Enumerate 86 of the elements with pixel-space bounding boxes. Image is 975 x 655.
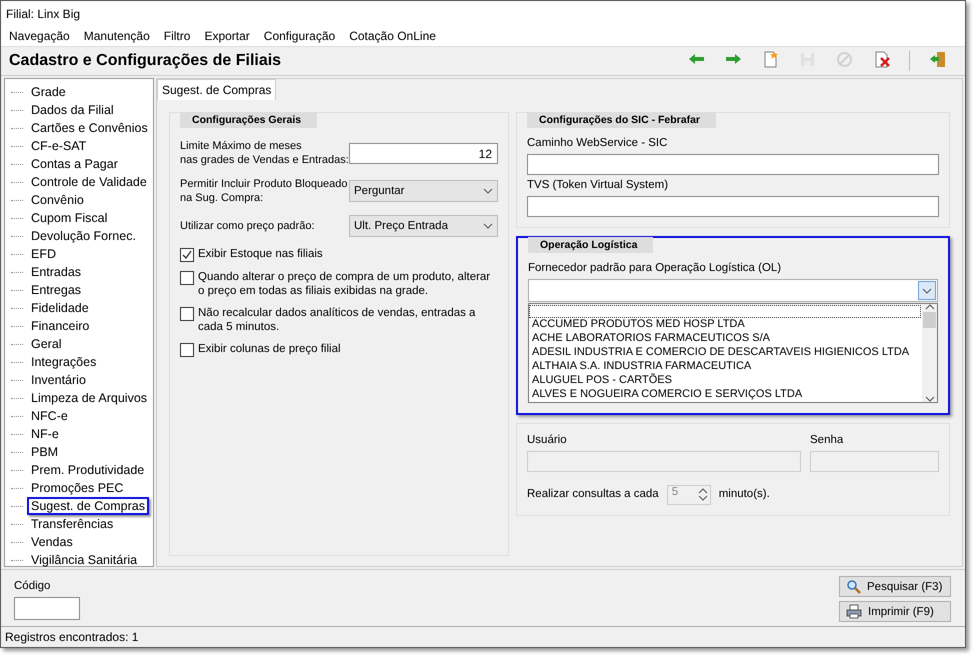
sidebar-item[interactable]: Promoções PEC xyxy=(27,479,128,497)
sidebar-item[interactable]: CF-e-SAT xyxy=(27,137,90,155)
field-label: TVS (Token Virtual System) xyxy=(527,179,670,191)
checkbox-label: Exibir colunas de preço filial xyxy=(198,342,341,356)
search-button[interactable]: Pesquisar (F3) xyxy=(839,576,951,597)
group-title: Configurações do SIC - Febrafar xyxy=(527,112,716,128)
menu-item[interactable]: Configuração xyxy=(264,29,336,43)
sidebar-item[interactable]: Financeiro xyxy=(27,317,94,335)
field-label: Limite Máximo de meses nas grades de Vendas e Entradas: xyxy=(180,139,349,167)
print-button[interactable]: Imprimir (F9) xyxy=(839,601,951,622)
checkbox[interactable] xyxy=(180,271,194,285)
field-label: Senha xyxy=(810,434,844,446)
sidebar-item[interactable]: Sugest. de Compras xyxy=(27,497,149,515)
page-title: Cadastro e Configurações de Filiais xyxy=(9,52,282,70)
sidebar-item[interactable]: NF-e xyxy=(27,425,63,443)
empty-option[interactable] xyxy=(529,305,921,318)
scrollbar[interactable] xyxy=(922,304,937,402)
field-label: Realizar consultas a cada xyxy=(527,488,659,500)
window-title: Filial: Linx Big xyxy=(1,1,965,27)
checkbox-label: Quando alterar o preço de compra de um produto, alterar o preço em todas as filiais exibidas na grade. xyxy=(198,270,492,298)
checkbox[interactable] xyxy=(180,343,194,357)
dropdown-option[interactable]: ACCUMED PRODUTOS MED HOSP LTDA xyxy=(529,318,922,332)
input-field[interactable] xyxy=(527,154,939,175)
chevron-down-icon xyxy=(483,223,493,229)
tab[interactable]: Sugest. de Compras xyxy=(157,79,276,100)
checkbox-label: Não recalcular dados analíticos de vendas, entradas a cada 5 minutos. xyxy=(198,306,476,334)
sidebar-item[interactable]: Prem. Produtividade xyxy=(27,461,148,479)
sidebar-item[interactable]: Grade xyxy=(27,83,70,101)
chevron-up-icon xyxy=(924,304,934,310)
sidebar-item[interactable]: Controle de Validade xyxy=(27,173,151,191)
sidebar-item[interactable]: Entregas xyxy=(27,281,86,299)
sidebar-item[interactable]: Geral xyxy=(27,335,66,353)
sidebar-item[interactable]: PBM xyxy=(27,443,62,461)
checkbox[interactable] xyxy=(180,248,194,262)
dropdown-option[interactable]: ALVES E NOGUEIRA COMERCIO E SERVIÇOS LTDA xyxy=(529,388,922,402)
status-text: Registros encontrados: 1 xyxy=(1,626,965,647)
input-field[interactable]: 12 xyxy=(349,142,498,164)
checkbox[interactable] xyxy=(180,307,194,321)
dropdown[interactable]: Ult. Preço Entrada xyxy=(349,215,498,237)
dropdown-option[interactable]: ALUGUEL POS - CARTÕES xyxy=(529,374,922,388)
field-label: Fornecedor padrão para Operação Logística (OL) xyxy=(528,262,782,274)
chevron-down-icon xyxy=(483,188,493,194)
sidebar-item[interactable]: Cupom Fiscal xyxy=(27,209,112,227)
input-field[interactable] xyxy=(14,597,80,620)
menu-item[interactable]: Cotação OnLine xyxy=(349,29,436,43)
field-label: Permitir Incluir Produto Bloqueado na Sug. Compra: xyxy=(180,177,349,205)
input-field[interactable] xyxy=(527,196,939,217)
checkbox-label: Exibir Estoque nas filiais xyxy=(198,247,323,261)
group-title: Configurações Gerais xyxy=(180,112,318,128)
spin-up-icon xyxy=(698,488,708,494)
sidebar-item[interactable]: Vigilância Sanitária xyxy=(27,551,142,569)
field-label: Código xyxy=(14,580,52,592)
dropdown-option[interactable]: ADESIL INDUSTRIA E COMERCIO DE DESCARTAVEIS HIGIENICOS LTDA xyxy=(529,346,922,360)
chevron-down-icon xyxy=(922,288,932,294)
spin-down-icon xyxy=(698,494,708,500)
exit-door-icon[interactable] xyxy=(928,50,947,69)
scrollbar-thumb[interactable] xyxy=(923,312,936,328)
menu-item[interactable]: Navegação xyxy=(9,29,70,43)
sidebar-item[interactable]: Dados da Filial xyxy=(27,101,118,119)
sidebar-item[interactable]: Vendas xyxy=(27,533,77,551)
field-label: Utilizar como preço padrão: xyxy=(180,219,316,233)
sidebar-item[interactable]: Inventário xyxy=(27,371,90,389)
sidebar-item[interactable]: Limpeza de Arquivos xyxy=(27,389,152,407)
sidebar-item[interactable]: Convênio xyxy=(27,191,88,209)
sidebar-item[interactable]: Transferências xyxy=(27,515,118,533)
chevron-down-icon xyxy=(924,396,934,402)
sidebar-item[interactable]: Cartões e Convênios xyxy=(27,119,152,137)
sidebar-item[interactable]: Devolução Fornec. xyxy=(27,227,140,245)
field-label: Caminho WebService - SIC xyxy=(527,137,668,149)
menu-item[interactable]: Manutenção xyxy=(84,29,150,43)
sidebar-item[interactable]: Entradas xyxy=(27,263,86,281)
field-label: Usuário xyxy=(527,434,568,446)
sidebar-item[interactable]: Fidelidade xyxy=(27,299,93,317)
sidebar-item[interactable]: NFC-e xyxy=(27,407,72,425)
unit-label: minuto(s). xyxy=(718,488,770,500)
dropdown-option[interactable]: ALTHAIA S.A. INDUSTRIA FARMACEUTICA xyxy=(529,360,922,374)
sidebar-item[interactable]: EFD xyxy=(27,245,60,263)
sidebar-item[interactable]: Integrações xyxy=(27,353,100,371)
dropdown-option[interactable]: ACHE LABORATORIOS FARMACEUTICOS S/A xyxy=(529,332,922,346)
menu-item[interactable]: Exportar xyxy=(204,29,250,43)
menu-item[interactable]: Filtro xyxy=(164,29,190,43)
group-title: Operação Logística xyxy=(528,237,654,253)
dropdown[interactable]: Perguntar xyxy=(349,180,498,202)
sidebar-item[interactable]: Contas a Pagar xyxy=(27,155,122,173)
printer-icon xyxy=(846,604,862,619)
search-icon xyxy=(846,579,861,594)
